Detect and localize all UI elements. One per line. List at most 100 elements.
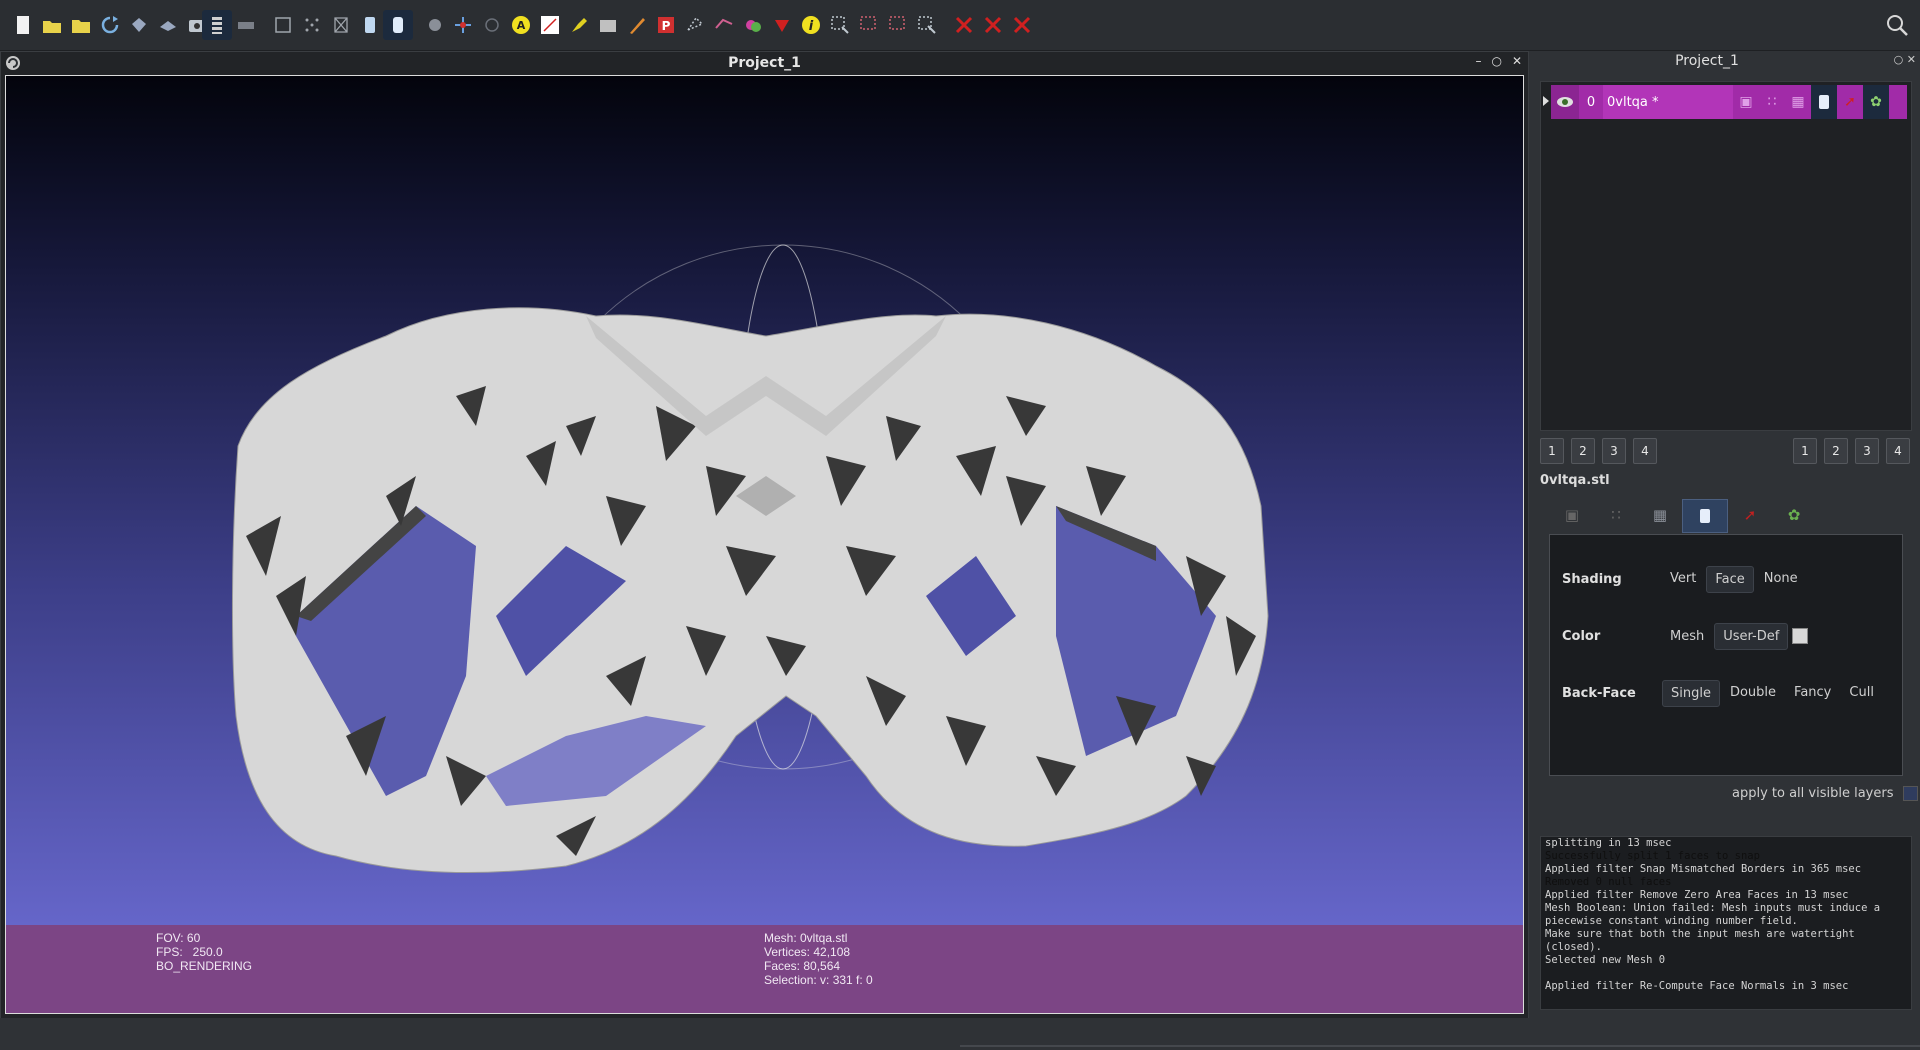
- select-connected-icon[interactable]: [912, 10, 942, 40]
- reload-icon[interactable]: [95, 10, 125, 40]
- expand-arrow-icon[interactable]: [1543, 96, 1549, 106]
- svg-text:i: i: [809, 19, 814, 34]
- backface-options: Single Double Fancy Cull: [1662, 679, 1884, 707]
- backface-option-single[interactable]: Single: [1662, 679, 1720, 707]
- export-icon[interactable]: [153, 10, 183, 40]
- save-icon[interactable]: [124, 10, 154, 40]
- wire-toggle-icon[interactable]: ▦: [1785, 85, 1811, 119]
- solid-toggle-icon[interactable]: [1811, 85, 1837, 119]
- layers-icon[interactable]: [202, 10, 232, 40]
- tab-texture-icon[interactable]: ➚: [1728, 499, 1772, 531]
- points-toggle-icon[interactable]: ∷: [1759, 85, 1785, 119]
- visibility-eye-icon[interactable]: [1551, 85, 1579, 119]
- delete-vertices-icon[interactable]: [978, 10, 1008, 40]
- backface-option-cull[interactable]: Cull: [1841, 680, 1882, 707]
- paint-icon[interactable]: [564, 10, 594, 40]
- layer-list: 0 0vltqa * ▣ ∷ ▦ ➚ ✿: [1540, 81, 1912, 431]
- brush-icon[interactable]: [622, 10, 652, 40]
- new-document-icon[interactable]: [8, 10, 38, 40]
- render-stats: FOV: 60 FPS: 250.0 BO_RENDERING: [156, 931, 252, 973]
- page-button-left-3[interactable]: 3: [1602, 438, 1626, 464]
- log-line: Successfully split 1 faces to snap: [1545, 850, 1760, 862]
- delete-icon[interactable]: [949, 10, 979, 40]
- select-face-area-icon[interactable]: [883, 10, 913, 40]
- tab-points-icon[interactable]: ∷: [1594, 499, 1638, 531]
- close-icon[interactable]: ✕: [1512, 54, 1522, 68]
- align-icon[interactable]: [593, 10, 623, 40]
- page-button-left-4[interactable]: 4: [1633, 438, 1657, 464]
- tab-decorator-icon[interactable]: ✿: [1772, 499, 1816, 531]
- backface-option-double[interactable]: Double: [1722, 680, 1784, 707]
- bbox-toggle-icon[interactable]: ▣: [1733, 85, 1759, 119]
- color-option-mesh[interactable]: Mesh: [1662, 624, 1712, 649]
- apply-all-row: apply to all visible layers: [1732, 786, 1919, 801]
- tab-bbox-icon[interactable]: ▣: [1550, 499, 1594, 531]
- color-swatch[interactable]: [1792, 628, 1809, 644]
- color-row: Color Mesh User-Def: [1562, 620, 1897, 652]
- select-area-icon[interactable]: [825, 10, 855, 40]
- shading-option-none[interactable]: None: [1756, 566, 1806, 593]
- search-icon[interactable]: [1884, 12, 1910, 38]
- log-line: Applied filter Snap Mismatched Borders i…: [1545, 863, 1862, 875]
- selection-text: Selection: v: 331 f: 0: [764, 973, 873, 987]
- info-icon[interactable]: i: [796, 10, 826, 40]
- mesh-render: [231, 244, 1269, 874]
- page-button-right-1[interactable]: 1: [1793, 438, 1817, 464]
- smooth-shade-icon[interactable]: [383, 10, 413, 40]
- log-line: Removed 0 null faces: [1545, 876, 1672, 888]
- tab-wire-icon[interactable]: ▦: [1638, 499, 1682, 531]
- texture-toggle-icon[interactable]: ➚: [1837, 85, 1863, 119]
- layer-index: 0: [1586, 94, 1596, 110]
- restore-icon[interactable]: ○: [1491, 54, 1501, 68]
- color-paint-icon[interactable]: [738, 10, 768, 40]
- tab-solid-icon[interactable]: [1682, 499, 1728, 533]
- measure-icon[interactable]: [535, 10, 565, 40]
- fps-text: FPS: 250.0: [156, 945, 223, 959]
- bbox-icon[interactable]: [268, 10, 298, 40]
- color-option-user-def[interactable]: User-Def: [1714, 622, 1789, 650]
- connected-icon[interactable]: [767, 10, 797, 40]
- decorator-toggle-icon[interactable]: ✿: [1863, 85, 1889, 119]
- delete-faces-icon[interactable]: [1007, 10, 1037, 40]
- page-button-left-1[interactable]: 1: [1540, 438, 1564, 464]
- log-line: piecewise constant winding number field.: [1545, 915, 1798, 927]
- render-mode-text: BO_RENDERING: [156, 959, 253, 973]
- float-icon[interactable]: ○: [1894, 53, 1904, 66]
- pick-points-icon[interactable]: P: [651, 10, 681, 40]
- backface-option-fancy[interactable]: Fancy: [1786, 680, 1839, 707]
- svg-text:A: A: [517, 19, 526, 32]
- select-vertices-icon[interactable]: [709, 10, 739, 40]
- svg-text:P: P: [662, 19, 671, 33]
- log-line: Mesh Boolean: Union failed: Mesh inputs …: [1545, 902, 1881, 914]
- minimize-icon[interactable]: –: [1475, 54, 1481, 68]
- raster-icon[interactable]: [231, 10, 261, 40]
- lighting-icon[interactable]: [420, 10, 450, 40]
- shading-option-vert[interactable]: Vert: [1662, 566, 1704, 593]
- page-button-right-3[interactable]: 3: [1855, 438, 1879, 464]
- layer-name[interactable]: 0vltqa *: [1603, 85, 1733, 119]
- select-vert-area-icon[interactable]: [854, 10, 884, 40]
- folder-open-icon[interactable]: [37, 10, 67, 40]
- close-icon[interactable]: ✕: [1907, 53, 1916, 66]
- axes-icon[interactable]: [448, 10, 478, 40]
- select-faces-icon[interactable]: [680, 10, 710, 40]
- wireframe-icon[interactable]: [326, 10, 356, 40]
- page-button-right-2[interactable]: 2: [1824, 438, 1848, 464]
- color-label: Color: [1562, 628, 1601, 644]
- vertices-text: Vertices: 42,108: [764, 945, 851, 959]
- apply-all-checkbox[interactable]: [1903, 786, 1919, 801]
- flat-shade-icon[interactable]: [355, 10, 385, 40]
- layer-row[interactable]: 0 0vltqa * ▣ ∷ ▦ ➚ ✿: [1551, 85, 1907, 119]
- log-line: splitting in 13 msec: [1545, 837, 1672, 849]
- page-button-left-2[interactable]: 2: [1571, 438, 1595, 464]
- folder-icon[interactable]: [66, 10, 96, 40]
- shading-option-face[interactable]: Face: [1706, 565, 1754, 593]
- annotation-icon[interactable]: A: [506, 10, 536, 40]
- page-button-right-4[interactable]: 4: [1886, 438, 1910, 464]
- trackball-icon[interactable]: [477, 10, 507, 40]
- points-icon[interactable]: [297, 10, 327, 40]
- 3d-canvas[interactable]: FOV: 60 FPS: 250.0 BO_RENDERING Mesh: 0v…: [5, 75, 1524, 1014]
- app-logo-icon: [5, 55, 21, 71]
- viewport-window: Project_1 – ○ ✕ FOV: 60 FPS: 250.0 BO_RE…: [0, 51, 1529, 1019]
- faces-text: Faces: 80,564: [764, 959, 841, 973]
